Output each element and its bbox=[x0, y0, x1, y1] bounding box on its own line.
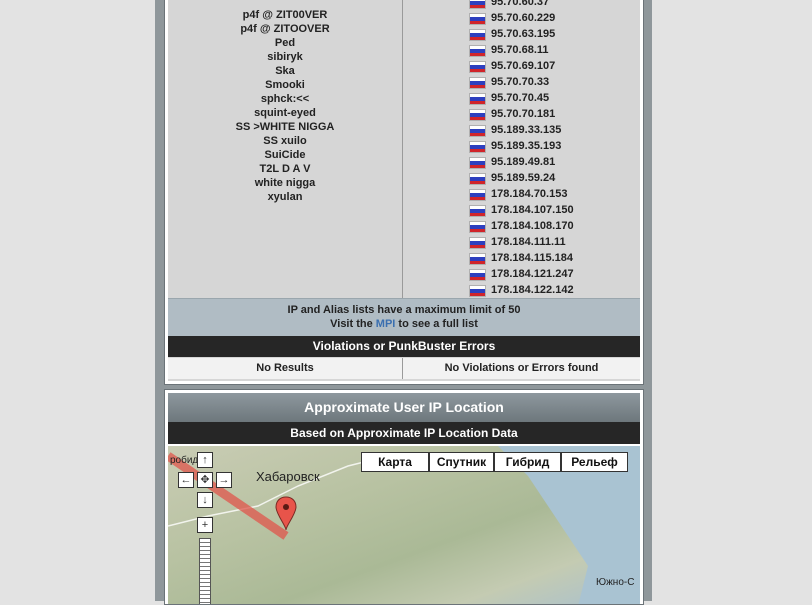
limit-note-line2: Visit the MPI to see a full list bbox=[168, 317, 640, 331]
map-type-map-button[interactable]: Карта bbox=[361, 452, 429, 472]
zoom-in-icon[interactable]: + bbox=[197, 517, 213, 533]
ip-item: 178.184.121.247 bbox=[491, 268, 574, 280]
alias-list: p4f @ ZIT00VER p4f @ ZITOOVER Ped sibiryk Sk… bbox=[168, 0, 403, 298]
ip-item: 95.70.70.45 bbox=[491, 92, 550, 104]
map-type-satellite-button[interactable]: Спутник bbox=[429, 452, 494, 472]
alias-item: SS >WHITE NIGGA bbox=[235, 121, 335, 133]
ip-item: 95.70.68.11 bbox=[491, 44, 549, 56]
pan-center-icon[interactable]: ✥ bbox=[197, 472, 213, 488]
ip-item: 95.70.60.229 bbox=[491, 12, 556, 24]
alias-item: Ped bbox=[274, 37, 296, 49]
ip-item: 95.70.63.195 bbox=[491, 28, 556, 40]
alias-item: p4f @ ZIT00VER bbox=[242, 9, 328, 21]
location-subtitle: Based on Approximate IP Location Data bbox=[168, 422, 640, 444]
alias-item: white nigga bbox=[254, 177, 316, 189]
ip-item: 95.189.59.24 bbox=[491, 172, 556, 184]
alias-item: squint-eyed bbox=[254, 107, 316, 119]
ip-item: 95.70.69.107 bbox=[491, 60, 556, 72]
russia-flag-icon bbox=[469, 13, 486, 25]
alias-item: Ska bbox=[275, 65, 295, 77]
russia-flag-icon bbox=[469, 221, 486, 233]
russia-flag-icon bbox=[469, 141, 486, 153]
mpi-link[interactable]: MPI bbox=[376, 318, 396, 330]
violations-results-cell: No Results bbox=[168, 358, 403, 379]
russia-flag-icon bbox=[469, 45, 486, 57]
location-title: Approximate User IP Location bbox=[168, 393, 640, 422]
map-type-terrain-button[interactable]: Рельеф bbox=[561, 452, 628, 472]
alias-item: SuiCide bbox=[264, 149, 306, 161]
ip-item: 178.184.70.153 bbox=[491, 188, 568, 200]
ip-item: 95.189.35.193 bbox=[491, 140, 562, 152]
map-type-hybrid-button[interactable]: Гибрид bbox=[494, 452, 561, 472]
ip-item: 178.184.111.11 bbox=[491, 236, 566, 248]
alias-item: Smooki bbox=[265, 79, 305, 91]
zoom-slider[interactable] bbox=[199, 538, 211, 604]
ip-list: 95.70.60.37 95.70.60.229 95.70.63.195 95.70… bbox=[403, 0, 640, 298]
russia-flag-icon bbox=[469, 157, 486, 169]
alias-item: sphck:<< bbox=[260, 93, 310, 105]
alias-item: xyulan bbox=[267, 191, 303, 203]
limit-note-line1: IP and Alias lists have a maximum limit … bbox=[287, 304, 521, 316]
ip-item: 95.70.60.37 bbox=[491, 0, 550, 8]
russia-flag-icon bbox=[469, 109, 486, 121]
pan-up-icon[interactable]: ↑ bbox=[197, 452, 213, 468]
alias-item: SS xuilo bbox=[263, 135, 307, 147]
ip-item: 95.70.70.181 bbox=[491, 108, 556, 120]
russia-flag-icon bbox=[469, 253, 486, 265]
russia-flag-icon bbox=[469, 173, 486, 185]
russia-flag-icon bbox=[469, 29, 486, 41]
russia-flag-icon bbox=[469, 125, 486, 137]
alias-ip-panel: p4f @ ZIT00VER p4f @ ZITOOVER Ped sibiryk Sk… bbox=[164, 0, 644, 385]
pan-right-icon[interactable]: → bbox=[216, 472, 232, 488]
alias-item: T2L D A V bbox=[259, 163, 311, 175]
ip-item: 178.184.122.142 bbox=[491, 284, 574, 296]
russia-flag-icon bbox=[469, 269, 486, 281]
ip-item: 95.70.70.33 bbox=[491, 76, 550, 88]
limit-note-suffix: to see a full list bbox=[395, 318, 478, 330]
route-line bbox=[168, 452, 289, 540]
pan-down-icon[interactable]: ↓ bbox=[197, 492, 213, 508]
location-panel: Approximate User IP Location Based on Ap… bbox=[164, 389, 644, 605]
ip-item: 178.184.108.170 bbox=[491, 220, 574, 232]
violations-status-cell: No Violations or Errors found bbox=[403, 358, 640, 379]
ip-item: 178.184.115.184 bbox=[491, 252, 573, 264]
violations-header: Violations or PunkBuster Errors bbox=[168, 336, 640, 357]
map-city-label: Хабаровск bbox=[256, 469, 320, 484]
alias-ip-panel-inner: p4f @ ZIT00VER p4f @ ZITOOVER Ped sibiryk Sk… bbox=[168, 0, 640, 381]
limit-note-prefix: Visit the bbox=[330, 318, 376, 330]
russia-flag-icon bbox=[469, 237, 486, 249]
ip-item: 95.189.49.81 bbox=[491, 156, 556, 168]
pan-left-icon[interactable]: ← bbox=[178, 472, 194, 488]
alias-item: sibiryk bbox=[267, 51, 303, 63]
ip-item: 95.189.33.135 bbox=[491, 124, 562, 136]
russia-flag-icon bbox=[469, 0, 486, 9]
map-edge-label: Южно-С bbox=[596, 577, 635, 588]
location-panel-inner: Approximate User IP Location Based on Ap… bbox=[168, 393, 640, 604]
limit-note: IP and Alias lists have a maximum limit … bbox=[168, 298, 640, 336]
location-marker-icon[interactable] bbox=[275, 496, 297, 532]
alias-item: p4f @ ZITOOVER bbox=[240, 23, 330, 35]
map-view[interactable]: робидж Хабаровск Южно-С ↑ ← ✥ → ↓ + Карт… bbox=[168, 446, 640, 604]
russia-flag-icon bbox=[469, 93, 486, 105]
ip-item: 178.184.107.150 bbox=[491, 204, 574, 216]
russia-flag-icon bbox=[469, 61, 486, 73]
russia-flag-icon bbox=[469, 205, 486, 217]
russia-flag-icon bbox=[469, 77, 486, 89]
russia-flag-icon bbox=[469, 189, 486, 201]
russia-flag-icon bbox=[469, 285, 486, 297]
